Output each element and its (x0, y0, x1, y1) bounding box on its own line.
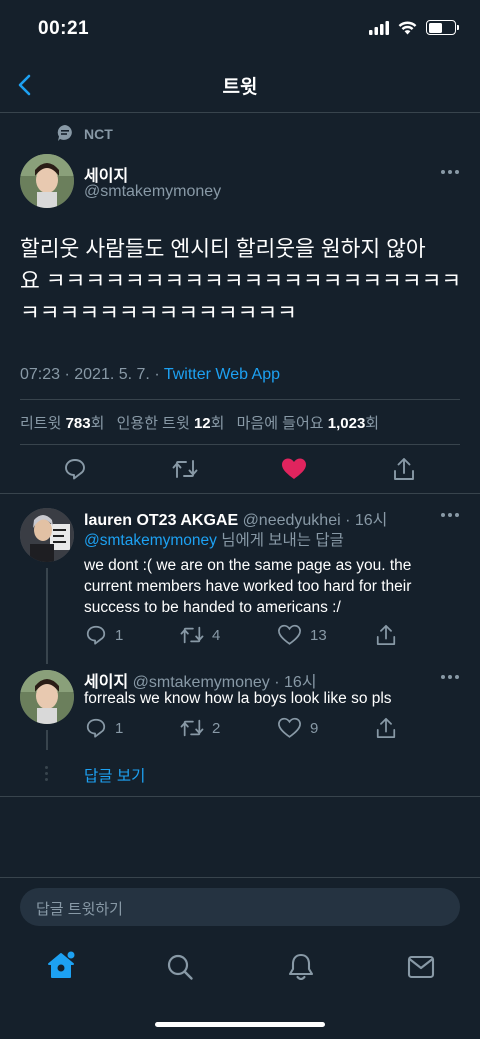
reply-icon[interactable] (85, 624, 107, 646)
avatar-photo (20, 670, 74, 724)
quote-stat-unit: 회 (210, 415, 225, 432)
reply-text-line: success to be handed to americans :/ (84, 599, 341, 616)
reply-time: · 16시 (345, 512, 388, 529)
like-stat-label: 마음에 들어요 (236, 415, 324, 432)
search-icon[interactable] (166, 953, 194, 981)
liked-heart-icon[interactable] (281, 457, 307, 481)
avatar-photo (20, 508, 74, 562)
heart-icon[interactable] (278, 717, 301, 739)
reply-icon[interactable] (85, 717, 107, 739)
divider (0, 796, 480, 797)
author-handle[interactable]: @smtakemymoney (84, 183, 221, 201)
more-options-icon[interactable] (441, 513, 459, 517)
page-title: 트윗 (222, 77, 258, 98)
reply-header: lauren OT23 AKGAE @needyukhei · 16시 (84, 506, 387, 530)
reply-count: 1 (115, 720, 124, 737)
wifi-icon (398, 20, 417, 34)
more-options-icon[interactable] (441, 170, 459, 174)
reply-text-line: we dont :( we are on the same page as yo… (84, 557, 412, 574)
battery-icon (426, 20, 459, 35)
divider (20, 399, 460, 400)
status-time: 00:21 (38, 18, 90, 39)
retweet-stat[interactable]: 리트윗 783회 (20, 415, 109, 432)
tweet-text-line: ㅋㅋㅋㅋㅋㅋㅋㅋㅋㅋㅋㅋㅋㅋ (20, 301, 297, 325)
like-count: 13 (310, 627, 327, 644)
tweet-text-line: 요 ㅋㅋㅋㅋㅋㅋㅋㅋㅋㅋㅋㅋㅋㅋㅋㅋㅋㅋㅋㅋㅋ (20, 269, 462, 293)
like-count: 9 (310, 720, 319, 737)
avatar-photo (20, 154, 74, 208)
thread-connector (46, 568, 48, 664)
reply-header: 세이지 @smtakemymoney · 16시 (84, 668, 317, 692)
share-icon[interactable] (375, 716, 397, 740)
reply-author-display-name[interactable]: lauren OT23 AKGAE (84, 512, 238, 529)
topic-label[interactable]: NCT (84, 126, 113, 142)
quote-stat[interactable]: 인용한 트윗 12회 (117, 415, 229, 432)
retweet-icon[interactable] (172, 457, 198, 481)
mail-icon[interactable] (407, 955, 435, 979)
status-icons (369, 20, 459, 35)
heart-icon[interactable] (278, 624, 301, 646)
replying-to: @smtakemymoney 님에게 보내는 답글 (84, 528, 344, 550)
replying-to-handle[interactable]: @smtakemymoney (84, 532, 217, 549)
replying-to-suffix: 님에게 보내는 답글 (216, 532, 344, 549)
reply-author-avatar[interactable] (20, 508, 74, 562)
retweet-stat-unit: 회 (90, 415, 105, 432)
quote-stat-count: 12 (193, 415, 211, 432)
reply-icon[interactable] (63, 457, 87, 481)
tweet-stats: 리트윗 783회 인용한 트윗 12회 마음에 들어요 1,023회 (20, 412, 379, 433)
reply-count: 1 (115, 627, 124, 644)
retweet-icon[interactable] (180, 717, 204, 739)
reply-author-handle[interactable]: @needyukhei (243, 512, 341, 529)
tweet-meta: 07:23 · 2021. 5. 7. · Twitter Web App (20, 366, 280, 384)
quote-stat-label: 인용한 트윗 (116, 415, 190, 432)
top-nav-bar: 트윗 (0, 56, 480, 113)
home-icon[interactable] (46, 950, 76, 980)
like-stat-count: 1,023 (327, 415, 366, 432)
bell-icon[interactable] (287, 952, 315, 982)
topic-icon (57, 125, 72, 141)
retweet-count: 4 (212, 627, 221, 644)
like-stat-unit: 회 (365, 415, 380, 432)
retweet-stat-count: 783 (65, 415, 91, 432)
tweet-source-link[interactable]: Twitter Web App (164, 366, 280, 383)
reply-text: we dont :( we are on the same page as yo… (84, 555, 411, 618)
show-replies-link[interactable]: 답글 보기 (84, 764, 145, 786)
home-indicator[interactable] (155, 1022, 325, 1027)
reply-text-line: current members have worked too hard for… (84, 578, 412, 595)
reply-author-avatar[interactable] (20, 670, 74, 724)
share-icon[interactable] (375, 623, 397, 647)
share-icon[interactable] (392, 456, 416, 482)
thread-continuation-dots (45, 766, 48, 781)
retweet-count: 2 (212, 720, 221, 737)
tweet-text-line: 할리웃 사람들도 엔시티 할리웃을 원하지 않아 (20, 237, 426, 261)
divider (0, 493, 480, 494)
divider (20, 444, 460, 445)
reply-compose-input[interactable]: 답글 트윗하기 (20, 888, 460, 926)
tweet-text: 할리웃 사람들도 엔시티 할리웃을 원하지 않아 요 ㅋㅋㅋㅋㅋㅋㅋㅋㅋㅋㅋㅋㅋ… (20, 233, 461, 329)
tweet-timestamp: 07:23 · 2021. 5. 7. · (20, 366, 164, 383)
reply-time: · 16시 (274, 674, 317, 691)
cellular-signal-icon (369, 20, 389, 35)
reply-author-display-name[interactable]: 세이지 (84, 674, 128, 691)
like-stat[interactable]: 마음에 들어요 1,023회 (237, 415, 380, 432)
thread-connector (46, 730, 48, 750)
more-options-icon[interactable] (441, 675, 459, 679)
retweet-stat-label: 리트윗 (20, 415, 62, 432)
author-avatar[interactable] (20, 154, 74, 208)
retweet-icon[interactable] (180, 624, 204, 646)
reply-author-handle[interactable]: @smtakemymoney (133, 674, 270, 691)
reply-text-line: forreals we know how la boys look like s… (84, 690, 392, 707)
